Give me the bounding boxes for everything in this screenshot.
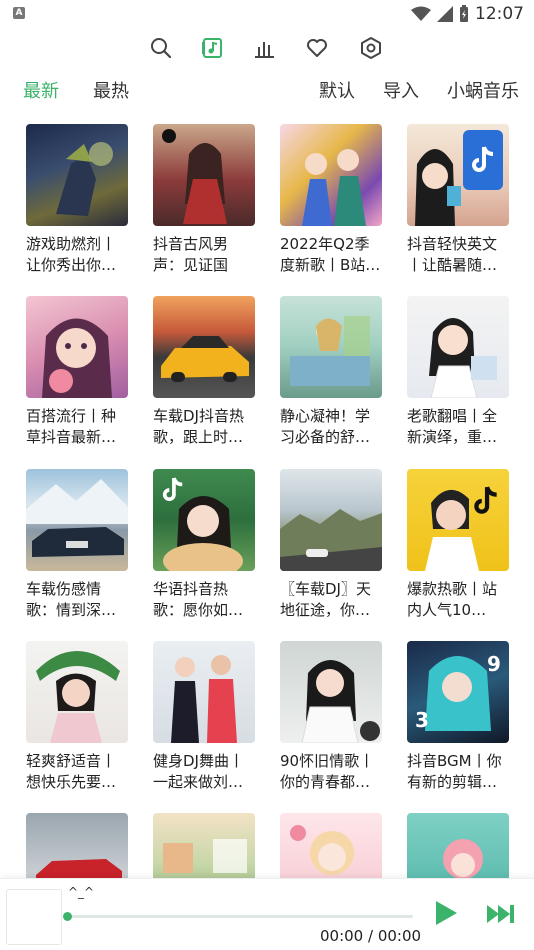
playlist-card[interactable]: 百搭流行丨种草抖音最新… [26, 296, 128, 448]
playlist-title: 2022年Q2季度新歌丨B站… [280, 235, 381, 274]
mini-player: ^_^ 00:00 / 00:00 [0, 878, 534, 950]
tab-hottest[interactable]: 最热 [93, 78, 129, 106]
playlist-card[interactable]: 静心凝神！学习必备的舒… [280, 296, 382, 448]
tab-default[interactable]: 默认 [319, 78, 355, 106]
playlist-card[interactable]: 轻爽舒适音丨想快乐先要… [26, 641, 128, 793]
playlist-title: 抖音古风男声：见证国风… [153, 235, 229, 274]
status-bar: A 12:07 [0, 0, 534, 28]
playlist-cover [26, 641, 128, 743]
chart-icon [255, 42, 274, 58]
music-note-icon [202, 38, 222, 58]
playlist-title: 车载DJ抖音热歌，跟上时… [153, 407, 244, 446]
next-button[interactable] [485, 901, 517, 927]
tiktok-logo-icon [463, 130, 503, 190]
status-indicators: 12:07 [411, 3, 524, 25]
favorites-button[interactable] [302, 33, 332, 63]
playlist-card[interactable]: 游戏助燃剂丨让你秀出你… [26, 124, 128, 276]
clock: 12:07 [475, 4, 524, 24]
playlist-card[interactable]: 健身DJ舞曲丨一起来做刘… [153, 641, 255, 793]
app-notification-icon: A [13, 7, 25, 19]
playlist-cover [26, 469, 128, 571]
playlist-card[interactable]: 2022年Q2季度新歌丨B站… [280, 124, 382, 276]
playlist-cover [407, 469, 509, 571]
playback-time: 00:00 / 00:00 [320, 927, 422, 945]
playlist-card[interactable]: 华语抖音热歌：愿你如… [153, 469, 255, 621]
top-toolbar [0, 33, 534, 63]
play-icon [436, 901, 457, 925]
tab-import[interactable]: 导入 [383, 78, 419, 106]
playlist-title: 90怀旧情歌丨你的青春都… [280, 752, 375, 791]
playlist-cover [153, 469, 255, 571]
playlist-title: 抖音BGM丨你有新的剪辑… [407, 752, 502, 791]
playlist-title: 〖车载DJ〗天地征途，你… [280, 580, 371, 619]
cell-signal-icon [437, 6, 453, 22]
tab-latest[interactable]: 最新 [23, 78, 59, 106]
playlist-cover [407, 296, 509, 398]
playlist-title: 车载伤感情歌：情到深… [26, 580, 117, 619]
playlist-cover: 39 [407, 641, 509, 743]
playlist-cover [26, 296, 128, 398]
playlist-title: 抖音轻快英文丨让酷暑随… [407, 235, 498, 274]
progress-bar[interactable] [63, 912, 413, 921]
playlist-card[interactable]: 90怀旧情歌丨你的青春都… [280, 641, 382, 793]
music-library-button[interactable] [197, 33, 227, 63]
tiktok-logo-icon [159, 475, 187, 505]
playlist-cover [153, 124, 255, 226]
svg-text:3: 3 [415, 708, 429, 732]
playlist-title: 百搭流行丨种草抖音最新… [26, 407, 117, 446]
song-title: ^_^ [68, 885, 95, 899]
playlist-title: 华语抖音热歌：愿你如… [153, 580, 244, 619]
album-cover[interactable] [6, 889, 62, 945]
playlist-cover [280, 124, 382, 226]
playlist-title: 爆款热歌丨站内人气10… [407, 580, 498, 619]
playlist-title: 游戏助燃剂丨让你秀出你… [26, 235, 117, 274]
svg-text:9: 9 [487, 652, 501, 676]
playlist-card[interactable]: 老歌翻唱丨全新演绎，重… [407, 296, 509, 448]
playlist-title: 轻爽舒适音丨想快乐先要… [26, 752, 117, 791]
settings-button[interactable] [356, 33, 386, 63]
playlist-cover [26, 124, 128, 226]
battery-icon [460, 5, 468, 22]
playlist-card[interactable]: 39 抖音BGM丨你有新的剪辑… [407, 641, 509, 793]
playlist-cover [407, 124, 509, 226]
playlist-cover [153, 296, 255, 398]
progress-handle[interactable] [63, 912, 72, 921]
playlist-card[interactable]: 车载伤感情歌：情到深… [26, 469, 128, 621]
playlist-card[interactable]: 抖音古风男声：见证国风… [153, 124, 255, 276]
playlist-cover [280, 641, 382, 743]
playlist-title: 静心凝神！学习必备的舒… [280, 407, 371, 446]
category-tabs: 最新 最热 默认 导入 小蜗音乐 [0, 78, 534, 106]
heart-icon [307, 39, 327, 57]
playlist-card[interactable]: 〖车载DJ〗天地征途，你… [280, 469, 382, 621]
tiktok-logo-icon [471, 483, 501, 519]
wifi-icon [411, 6, 431, 21]
playlist-title: 老歌翻唱丨全新演绎，重… [407, 407, 498, 446]
playlist-title: 健身DJ舞曲丨一起来做刘… [153, 752, 244, 791]
playlist-cover [280, 296, 382, 398]
search-icon [151, 38, 172, 59]
play-button[interactable] [430, 897, 462, 929]
playlist-card[interactable]: 爆款热歌丨站内人气10… [407, 469, 509, 621]
playlist-cover [280, 469, 382, 571]
playlist-card[interactable]: 车载DJ抖音热歌，跟上时… [153, 296, 255, 448]
search-button[interactable] [146, 33, 176, 63]
playlist-cover [153, 641, 255, 743]
playlist-card[interactable]: 抖音轻快英文丨让酷暑随… [407, 124, 509, 276]
tab-xiaowo-music[interactable]: 小蜗音乐 [447, 78, 519, 106]
settings-icon [361, 37, 381, 59]
ranking-button[interactable] [249, 33, 279, 63]
skip-next-icon [487, 905, 514, 923]
